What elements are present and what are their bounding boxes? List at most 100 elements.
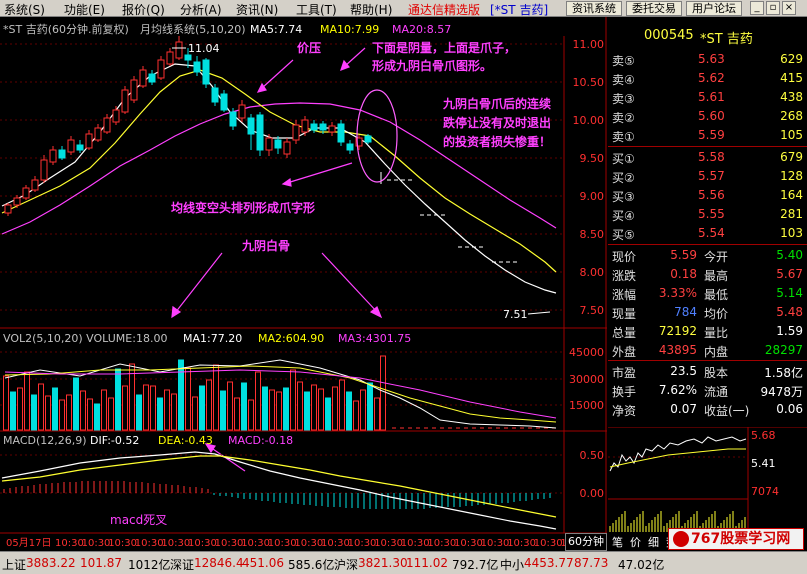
price-tick: 7.50 xyxy=(580,304,605,317)
time-tick: 10:30 xyxy=(135,538,164,549)
minimize-icon[interactable]: _ xyxy=(750,1,764,15)
price-tick: 10.00 xyxy=(573,114,605,127)
menu-help[interactable]: 帮助(H) xyxy=(350,1,392,18)
ask-row: 卖⑤ 5.63 629 xyxy=(608,50,807,69)
ma20-value: MA20:8.57 xyxy=(392,23,451,36)
volume-bar xyxy=(367,382,373,431)
tab-ticks[interactable]: 笔 xyxy=(612,534,623,550)
chart-area[interactable]: *ST 吉药(60分钟.前复权) 月均线系统(5,10,20) MA5:7.74… xyxy=(0,17,607,551)
volume-bar xyxy=(346,391,352,431)
macd-histogram xyxy=(3,481,551,509)
candle-body xyxy=(166,51,174,65)
volume-bar xyxy=(136,394,142,431)
time-tick: 10:30 xyxy=(481,538,510,549)
candle-body xyxy=(157,59,165,79)
volume-ma2: MA2:604.90 xyxy=(258,332,324,345)
stat-value: 0.07 xyxy=(670,402,697,416)
volume-bar xyxy=(325,397,331,431)
volume-bar xyxy=(213,364,219,431)
hs-change: 111.02 xyxy=(406,556,448,570)
window-title: [*ST 吉药] xyxy=(490,3,549,17)
stats-row: 涨跌 0.18 最高 5.67 xyxy=(608,265,807,284)
forum-button[interactable]: 用户论坛 xyxy=(686,1,742,16)
high-label: 11.04 xyxy=(188,42,220,55)
promo-text[interactable]: 通达信精选版 xyxy=(408,1,480,18)
price-tick: 8.50 xyxy=(580,228,605,241)
quote-price: 5.61 xyxy=(698,90,725,104)
chart-name: *ST 吉药(60分钟.前复权) xyxy=(3,22,129,36)
volume-bar xyxy=(276,391,282,431)
stat-value: 5.67 xyxy=(776,267,803,281)
stat-value: 3.33% xyxy=(658,286,697,300)
candle-body xyxy=(112,109,120,123)
stat-value: 23.5 xyxy=(670,364,697,378)
stats-row: 外盘 43895 内盘 28297 xyxy=(608,341,807,360)
volume-bar xyxy=(101,389,107,431)
quote-volume: 268 xyxy=(780,109,803,123)
menu-news[interactable]: 资讯(N) xyxy=(236,1,278,18)
candle-body xyxy=(31,179,39,191)
close-icon[interactable]: × xyxy=(782,1,796,15)
time-tick: 10:30 xyxy=(427,538,456,549)
bid-row: 买② 5.57 128 xyxy=(608,167,807,186)
volume-bar xyxy=(255,371,261,431)
candle-body xyxy=(301,119,309,133)
volume-bar xyxy=(206,379,212,431)
candle-body xyxy=(67,139,75,153)
candle-body xyxy=(283,141,291,155)
stats-row: 总量 72192 量比 1.59 xyxy=(608,322,807,341)
candle-body xyxy=(229,111,237,127)
volume-bar xyxy=(45,395,51,431)
news-system-button[interactable]: 资讯系统 xyxy=(566,1,622,16)
menu-tools[interactable]: 工具(T) xyxy=(296,1,337,18)
stat-label: 现量 xyxy=(612,307,637,321)
quote-label: 卖③ xyxy=(612,92,635,106)
trade-button[interactable]: 委托交易 xyxy=(626,1,682,16)
menu-quote[interactable]: 报价(Q) xyxy=(122,1,165,18)
stat-value: 0.18 xyxy=(670,267,697,281)
ask-row: 卖③ 5.61 438 xyxy=(608,88,807,107)
volume-bar xyxy=(192,396,198,431)
volume-bar xyxy=(380,355,386,431)
time-tick: 10:30 xyxy=(401,538,430,549)
restore-icon[interactable]: ▫ xyxy=(766,1,780,15)
time-tick: 10:30 xyxy=(507,538,536,549)
macd-value: MACD:-0.18 xyxy=(228,434,293,447)
tab-detail[interactable]: 细 xyxy=(648,534,659,550)
volume-bar xyxy=(339,379,345,431)
volume-bar xyxy=(164,389,170,431)
stat-value: 7.62% xyxy=(658,383,697,397)
quote-label: 买① xyxy=(612,152,635,166)
quote-label: 卖④ xyxy=(612,73,635,87)
volume-bar xyxy=(248,399,254,431)
volume-ma3: MA3:4301.75 xyxy=(338,332,411,345)
period-tab[interactable]: 60分钟 xyxy=(565,533,607,551)
volume-bar xyxy=(73,377,79,431)
volume-tick: 30000 xyxy=(569,373,604,386)
menu-system[interactable]: 系统(S) xyxy=(4,1,45,18)
quote-label: 买② xyxy=(612,171,635,185)
time-tick: 10:30 xyxy=(188,538,217,549)
stat-value: 1.58亿 xyxy=(764,366,803,380)
stat-label: 现价 xyxy=(612,250,637,264)
candle-body xyxy=(4,204,12,214)
time-tick: 10:30 xyxy=(534,538,563,549)
candle-body xyxy=(319,123,327,131)
time-tick: 10:30 xyxy=(454,538,483,549)
stats2-row: 换手 7.62% 流通 9478万 xyxy=(608,381,807,400)
time-tick: 10:30 xyxy=(348,538,377,549)
stat-label: 最高 xyxy=(704,269,729,283)
menu-function[interactable]: 功能(E) xyxy=(64,1,105,18)
quote-volume: 415 xyxy=(780,71,803,85)
time-tick: 10:30 xyxy=(374,538,403,549)
stat-label: 均价 xyxy=(704,307,729,321)
macd-tick: 0.50 xyxy=(580,449,605,462)
candle-body xyxy=(22,187,30,199)
price-tick: 11.00 xyxy=(573,38,605,51)
intraday-mini-chart[interactable]: 5.68 5.41 7074 xyxy=(608,427,807,533)
time-tick: 10:30 xyxy=(55,538,84,549)
menu-analysis[interactable]: 分析(A) xyxy=(180,1,222,18)
stat-label: 换手 xyxy=(612,385,637,399)
ask-row: 卖④ 5.62 415 xyxy=(608,69,807,88)
tab-price[interactable]: 价 xyxy=(630,534,641,550)
